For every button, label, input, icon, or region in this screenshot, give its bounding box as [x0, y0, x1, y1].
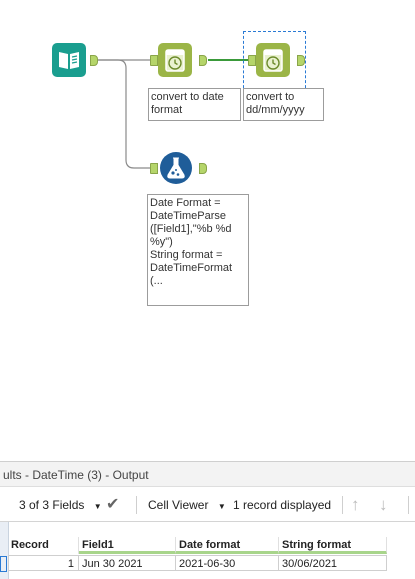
datetime2-input-anchor[interactable] [248, 55, 256, 66]
results-title: ults - DateTime (3) - Output [0, 461, 415, 487]
annotation-convert-ddmm: convert to dd/mm/yyyy [243, 88, 324, 121]
book-icon [59, 52, 79, 69]
flask-icon [160, 152, 192, 184]
fields-label: 3 of 3 Fields [19, 498, 85, 512]
datetime1-output-anchor[interactable] [199, 55, 207, 66]
clock-icon [165, 49, 185, 72]
input-output-anchor[interactable] [90, 55, 98, 66]
results-panel: ults - DateTime (3) - Output 3 of 3 Fiel… [0, 461, 415, 579]
column-header-field1[interactable]: Field1 [79, 537, 176, 554]
check-icon[interactable]: ✔ [106, 488, 119, 522]
arrow-down-icon[interactable]: ↓ [379, 488, 388, 522]
input-tool[interactable] [52, 43, 86, 77]
formula-output-anchor[interactable] [199, 163, 207, 174]
table-cell-date-format[interactable]: 2021-06-30 [176, 555, 279, 571]
datetime-tool-2[interactable] [256, 43, 290, 77]
records-displayed: 1 record displayed [233, 498, 332, 512]
datetime2-output-anchor[interactable] [297, 55, 305, 66]
row-selector[interactable] [0, 556, 7, 572]
separator [408, 496, 409, 514]
fields-selector[interactable]: 3 of 3 Fields ▼ [19, 488, 102, 522]
annotation-formula: Date Format = DateTimeParse ([Field1],"%… [147, 194, 249, 306]
clock-icon [263, 49, 283, 72]
table-cell-record[interactable]: 1 [8, 555, 79, 571]
results-toolbar: 3 of 3 Fields ▼ ✔ Cell Viewer ▼ 1 record… [0, 488, 415, 522]
workflow-canvas[interactable]: convert to date format convert to dd/mm/… [0, 0, 415, 460]
datetime-tool-1[interactable] [158, 43, 192, 77]
annotation-convert-date: convert to date format [148, 88, 241, 121]
connection-input-to-formula [96, 59, 150, 169]
column-header-record[interactable]: Record [8, 537, 79, 554]
column-header-string-format[interactable]: String format [279, 537, 387, 554]
table-cell-string-format[interactable]: 30/06/2021 [279, 555, 387, 571]
cell-viewer-label: Cell Viewer [148, 498, 209, 512]
separator [342, 496, 343, 514]
formula-input-anchor[interactable] [150, 163, 158, 174]
cell-viewer-dropdown[interactable]: Cell Viewer ▼ [148, 488, 226, 522]
arrow-up-icon[interactable]: ↑ [351, 488, 360, 522]
table-cell-field1[interactable]: Jun 30 2021 [79, 555, 176, 571]
column-header-date-format[interactable]: Date format [176, 537, 279, 554]
chevron-down-icon: ▼ [217, 502, 226, 511]
chevron-down-icon: ▼ [93, 502, 102, 511]
separator [136, 496, 137, 514]
formula-tool[interactable] [158, 150, 192, 184]
datetime1-input-anchor[interactable] [150, 55, 158, 66]
